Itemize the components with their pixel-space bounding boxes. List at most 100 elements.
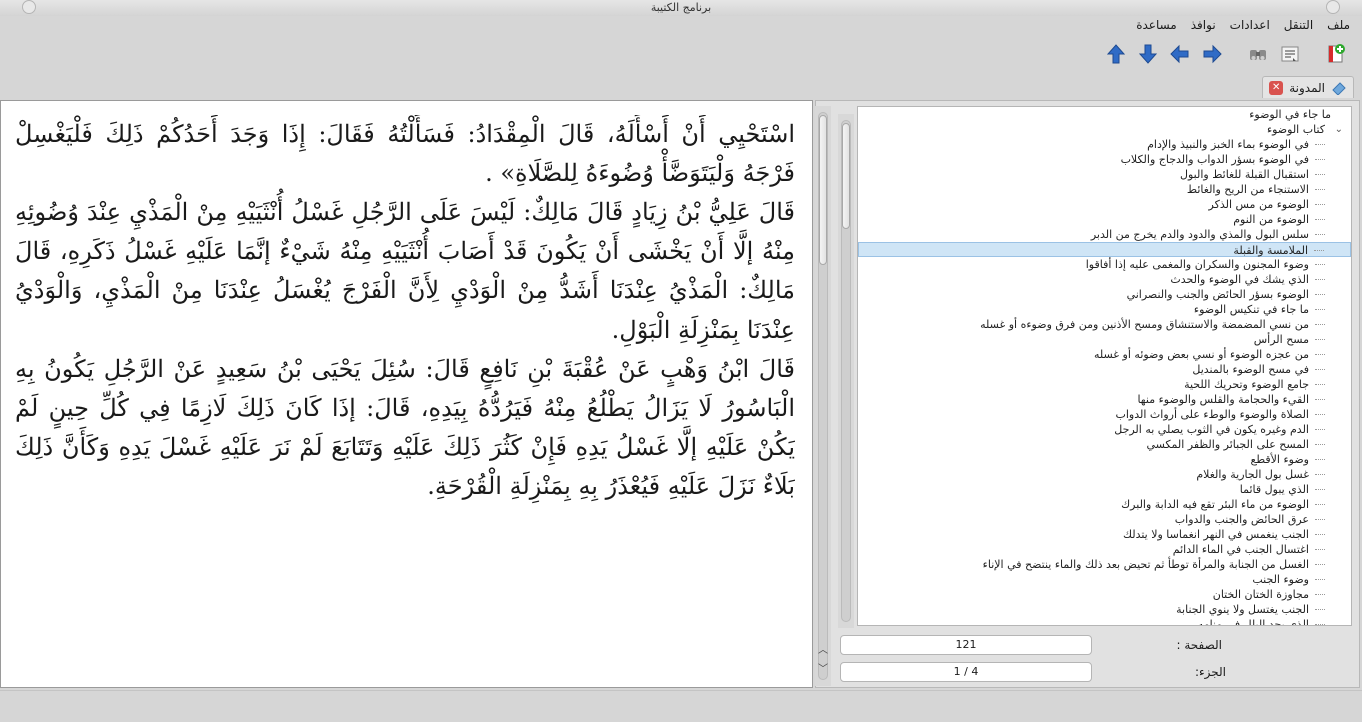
new-page-icon: [1328, 44, 1345, 63]
menu-file[interactable]: ملف: [1327, 18, 1350, 36]
tree-item[interactable]: الوضوء من النوم: [858, 212, 1351, 227]
text-paragraph: اسْتَحْيِي أَنْ أَسْأَلَهُ، قَالَ الْمِق…: [15, 120, 795, 188]
tree-item[interactable]: الوضوء من ماء البئر تقع فيه الدابة والبر…: [858, 497, 1351, 512]
page-label: الصفحة :: [1176, 638, 1222, 652]
tree-item[interactable]: في الوضوء بسؤر الدواب والدجاج والكلاب: [858, 152, 1351, 167]
tree-item-label: مجاوزة الختان الختان: [1212, 588, 1309, 601]
tree-item-label: مسح الرأس: [1253, 333, 1309, 346]
binoculars-icon: [1250, 50, 1266, 60]
next-page-button[interactable]: [1198, 40, 1226, 68]
tree-item-label: ما جاء في تنكيس الوضوء: [1193, 303, 1309, 316]
tree-item-label: الجنب ينغمس في النهر انغماسا ولا يتدلك: [1122, 528, 1309, 541]
tree-item[interactable]: من نسي المضمضة والاستنشاق ومسح الأذنين و…: [858, 317, 1351, 332]
tree-item-label: الذي يشك في الوضوء والحدث: [1170, 273, 1309, 286]
menubar: ملف التنقل اعدادات نوافذ مساعدة: [1136, 18, 1350, 36]
tree-item[interactable]: في الوضوء بماء الخبز والنبيذ والإدام: [858, 137, 1351, 152]
tree-item[interactable]: الدم وغيره يكون في الثوب يصلي به الرجل: [858, 422, 1351, 437]
tree-item-label: غسل بول الجارية والغلام: [1196, 468, 1309, 481]
close-icon: ✕: [1272, 81, 1281, 93]
list-button[interactable]: [1276, 40, 1304, 68]
list-icon: [1281, 46, 1299, 62]
tree-item[interactable]: ما جاء في الوضوء: [858, 107, 1351, 122]
tree-item-label: وضوء الأقطع: [1250, 453, 1309, 466]
tree-item[interactable]: وضوء المجنون والسكران والمغمى عليه إذا أ…: [858, 257, 1351, 272]
tree-item-label: الوضوء من النوم: [1233, 213, 1309, 226]
tree-item[interactable]: مسح الرأس: [858, 332, 1351, 347]
previous-item-button[interactable]: [1102, 40, 1130, 68]
tree-item-label: في الوضوء بماء الخبز والنبيذ والإدام: [1147, 138, 1309, 151]
tree-item[interactable]: الصلاة والوضوء والوطء على أرواث الدواب: [858, 407, 1351, 422]
scroll-up-arrow[interactable]: ︿: [818, 641, 828, 656]
tree-item[interactable]: عرق الحائض والجنب والدواب: [858, 512, 1351, 527]
text-view[interactable]: اسْتَحْيِي أَنْ أَسْأَلَهُ، قَالَ الْمِق…: [0, 100, 813, 688]
tree-item-label: في الوضوء بسؤر الدواب والدجاج والكلاب: [1120, 153, 1309, 166]
tree-item[interactable]: الذي يشك في الوضوء والحدث: [858, 272, 1351, 287]
tree-item-label: من عجزه الوضوء أو نسي بعض وضوئه أو غسله: [1093, 348, 1309, 361]
arrow-down-icon: [1138, 44, 1158, 64]
menu-windows[interactable]: نوافذ: [1191, 18, 1216, 36]
expand-chevron-icon[interactable]: ⌄: [1335, 122, 1343, 137]
tree-item-label: الغسل من الجنابة والمرأة توطأ ثم تحيض بع…: [982, 558, 1309, 571]
tree-item[interactable]: القيء والحجامة والقلس والوضوء منها: [858, 392, 1351, 407]
text-scrollbar[interactable]: [815, 106, 831, 686]
window-menu-button[interactable]: [22, 0, 36, 14]
tree-item-label: استقبال القبلة للغائط والبول: [1179, 168, 1309, 181]
tree-item[interactable]: الاستنجاء من الريح والغائط: [858, 182, 1351, 197]
tree-item-label: القيء والحجامة والقلس والوضوء منها: [1137, 393, 1309, 406]
window-title: برنامج الكتيبة: [650, 1, 712, 14]
close-tab-button[interactable]: ✕: [1269, 80, 1284, 95]
tree-item-label: الملامسة والقبلة: [1233, 244, 1308, 257]
page-field[interactable]: 121: [840, 635, 1092, 655]
new-page-button[interactable]: [1322, 40, 1350, 68]
tree-item-label: كتاب الوضوء: [1266, 123, 1325, 136]
part-field[interactable]: 1 / 4: [840, 662, 1092, 682]
tree-item[interactable]: المسح على الجبائر والظفر المكسي: [858, 437, 1351, 452]
tree-item-label: الاستنجاء من الريح والغائط: [1186, 183, 1309, 196]
tree-item[interactable]: الذي يجد البلل في منامه: [858, 617, 1351, 626]
tree-item[interactable]: من عجزه الوضوء أو نسي بعض وضوئه أو غسله: [858, 347, 1351, 362]
tree-item[interactable]: غسل بول الجارية والغلام: [858, 467, 1351, 482]
tree-item[interactable]: استقبال القبلة للغائط والبول: [858, 167, 1351, 182]
previous-page-button[interactable]: [1166, 40, 1194, 68]
tree-item[interactable]: في مسح الوضوء بالمنديل: [858, 362, 1351, 377]
menu-help[interactable]: مساعدة: [1136, 18, 1177, 36]
tree-item[interactable]: الجنب ينغمس في النهر انغماسا ولا يتدلك: [858, 527, 1351, 542]
tree-item-label: الذي يجد البلل في منامه: [1197, 618, 1309, 626]
text-paragraph: قَالَ عَلِيُّ بْنُ زِيَادٍ قَالَ مَالِكٌ…: [15, 198, 795, 344]
tab-notebook[interactable]: المدونة ✕: [1262, 76, 1354, 98]
tree-item-label: الوضوء من ماء البئر تقع فيه الدابة والبر…: [1121, 498, 1309, 511]
tree-item[interactable]: الجنب يغتسل ولا ينوي الجنابة: [858, 602, 1351, 617]
scroll-down-arrow[interactable]: ﹀: [818, 660, 828, 675]
tree-item-label: الذي يبول قائما: [1239, 483, 1309, 496]
tab-label: المدونة: [1289, 80, 1325, 95]
tree-item-label: الدم وغيره يكون في الثوب يصلي به الرجل: [1114, 423, 1309, 436]
tree-item[interactable]: جامع الوضوء وتحريك اللحية: [858, 377, 1351, 392]
tree-item-label: الوضوء من مس الذكر: [1208, 198, 1309, 211]
tree-item[interactable]: ما جاء في تنكيس الوضوء: [858, 302, 1351, 317]
tree-item[interactable]: مجاوزة الختان الختان: [858, 587, 1351, 602]
tree-item[interactable]: وضوء الجنب: [858, 572, 1351, 587]
tree-item-label: ما جاء في الوضوء: [1249, 108, 1331, 121]
next-item-button[interactable]: [1134, 40, 1162, 68]
tree-item[interactable]: الغسل من الجنابة والمرأة توطأ ثم تحيض بع…: [858, 557, 1351, 572]
tree-item[interactable]: ⌄ كتاب الوضوء: [858, 122, 1351, 137]
window-close-button[interactable]: [1326, 0, 1340, 14]
tree-item-label: وضوء الجنب: [1252, 573, 1309, 586]
chapter-tree: ما جاء في الوضوء ⌄ كتاب الوضوء في الوضوء بم…: [857, 106, 1352, 626]
tree-item-selected[interactable]: الملامسة والقبلة: [858, 242, 1351, 257]
tree-item[interactable]: الذي يبول قائما: [858, 482, 1351, 497]
tree-scrollbar[interactable]: [838, 114, 854, 628]
part-label: الجزء:: [1194, 665, 1226, 679]
tree-item-label: اغتسال الجنب في الماء الدائم: [1172, 543, 1309, 556]
search-button[interactable]: [1244, 40, 1272, 68]
tree-item[interactable]: الوضوء من مس الذكر: [858, 197, 1351, 212]
menu-navigation[interactable]: التنقل: [1284, 18, 1313, 36]
tree-item[interactable]: سلس البول والمذي والدود والدم يخرج من ال…: [858, 227, 1351, 242]
status-bar: [0, 690, 1362, 722]
tree-item-label: جامع الوضوء وتحريك اللحية: [1184, 378, 1309, 391]
tree-item[interactable]: وضوء الأقطع: [858, 452, 1351, 467]
tree-item[interactable]: الوضوء بسؤر الحائض والجنب والنصراني: [858, 287, 1351, 302]
tree-item[interactable]: اغتسال الجنب في الماء الدائم: [858, 542, 1351, 557]
menu-settings[interactable]: اعدادات: [1230, 18, 1270, 36]
tree-item-label: وضوء المجنون والسكران والمغمى عليه إذا أ…: [1085, 258, 1309, 271]
